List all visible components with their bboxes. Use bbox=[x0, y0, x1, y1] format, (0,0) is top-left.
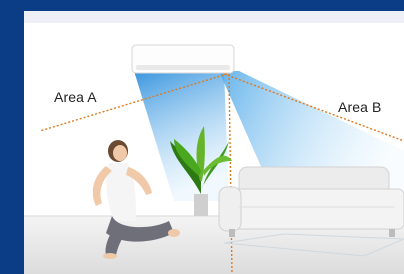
air-conditioner-icon bbox=[131, 44, 235, 74]
airflow-area-a bbox=[134, 71, 229, 201]
area-a-label: Area A bbox=[54, 89, 97, 105]
area-b-label: Area B bbox=[338, 99, 382, 115]
sofa-icon bbox=[218, 166, 404, 237]
room-scene bbox=[24, 44, 404, 274]
room-illustration: Area A Area B bbox=[24, 11, 404, 274]
illustration-frame: Area A Area B bbox=[0, 0, 404, 274]
